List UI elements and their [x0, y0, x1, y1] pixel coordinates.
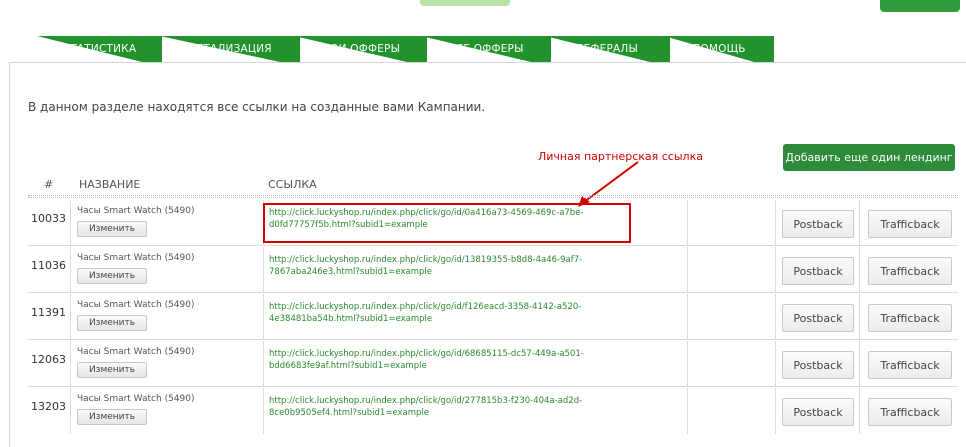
postback-button[interactable]: Postback — [782, 257, 854, 285]
tab-label: ПОМОЩЬ — [692, 43, 746, 55]
top-strip — [0, 0, 966, 14]
tab-label: ДЕТАЛИЗАЦИЯ — [188, 43, 272, 55]
row-trafficback-cell: Trafficback — [860, 247, 958, 292]
trafficback-button[interactable]: Trafficback — [868, 210, 952, 238]
table-row: 12063 Часы Smart Watch (5490) Изменить h… — [28, 341, 958, 387]
add-landing-button[interactable]: Добавить еще один лендинг — [783, 144, 955, 171]
postback-button[interactable]: Postback — [782, 398, 854, 426]
postback-button[interactable]: Postback — [782, 351, 854, 379]
top-center-tab-fragment — [420, 0, 510, 6]
row-trafficback-cell: Trafficback — [860, 341, 958, 386]
row-link-line-1[interactable]: http://click.luckyshop.ru/index.php/clic… — [269, 348, 687, 360]
postback-button[interactable]: Postback — [782, 304, 854, 332]
row-postback-cell: Postback — [776, 341, 860, 386]
row-link-line-1[interactable]: http://click.luckyshop.ru/index.php/clic… — [269, 301, 687, 313]
row-name: Часы Smart Watch (5490) — [77, 347, 195, 357]
tab-label: ВСЕ ОФФЕРЫ — [448, 43, 524, 55]
row-name-cell: Часы Smart Watch (5490) Изменить — [71, 294, 264, 339]
trafficback-button[interactable]: Trafficback — [868, 257, 952, 285]
tab-referrals[interactable]: РЕФЕРАЛЫ — [545, 36, 670, 62]
row-postback-cell: Postback — [776, 247, 860, 292]
trafficback-button[interactable]: Trafficback — [868, 304, 952, 332]
edit-button[interactable]: Изменить — [77, 409, 147, 425]
row-name-cell: Часы Smart Watch (5490) Изменить — [71, 200, 264, 245]
edit-button[interactable]: Изменить — [77, 268, 147, 284]
edit-button[interactable]: Изменить — [77, 315, 147, 331]
annotation-highlight-box — [263, 203, 631, 243]
row-trafficback-cell: Trafficback — [860, 294, 958, 339]
row-postback-cell: Postback — [776, 200, 860, 245]
tab-all-offers[interactable]: ВСЕ ОФФЕРЫ — [421, 36, 551, 62]
row-name-cell: Часы Smart Watch (5490) Изменить — [71, 341, 264, 386]
row-empty-cell — [688, 294, 776, 339]
edit-button[interactable]: Изменить — [77, 221, 147, 237]
tab-details[interactable]: ДЕТАЛИЗАЦИЯ — [160, 36, 300, 62]
tab-label: СТАТИСТИКА — [62, 43, 137, 55]
tab-label: МОИ ОФФЕРЫ — [320, 43, 401, 55]
intro-text: В данном разделе находятся все ссылки на… — [28, 100, 486, 114]
top-right-button-fragment[interactable] — [880, 0, 960, 12]
postback-button[interactable]: Postback — [782, 210, 854, 238]
row-name-cell: Часы Smart Watch (5490) Изменить — [71, 388, 264, 434]
row-name: Часы Smart Watch (5490) — [77, 253, 195, 263]
row-id: 10033 — [28, 200, 71, 245]
header-divider — [28, 195, 958, 198]
row-empty-cell — [688, 388, 776, 434]
tab-help[interactable]: ПОМОЩЬ — [664, 36, 774, 62]
trafficback-button[interactable]: Trafficback — [868, 398, 952, 426]
row-empty-cell — [688, 247, 776, 292]
row-empty-cell — [688, 341, 776, 386]
header-link: ССЫЛКА — [268, 178, 317, 191]
row-link-cell[interactable]: http://click.luckyshop.ru/index.php/clic… — [264, 341, 688, 386]
tab-my-offers[interactable]: МОИ ОФФЕРЫ — [294, 36, 427, 62]
row-postback-cell: Postback — [776, 388, 860, 434]
row-link-cell[interactable]: http://click.luckyshop.ru/index.php/clic… — [264, 247, 688, 292]
row-name: Часы Smart Watch (5490) — [77, 300, 195, 310]
row-id: 11391 — [28, 294, 71, 339]
row-name: Часы Smart Watch (5490) — [77, 206, 195, 216]
row-id: 13203 — [28, 388, 71, 434]
row-link-line-1[interactable]: http://click.luckyshop.ru/index.php/clic… — [269, 395, 687, 407]
row-link-line-2[interactable]: 8ce0b9505ef4.html?subid1=example — [269, 407, 687, 419]
row-link-line-1[interactable]: http://click.luckyshop.ru/index.php/clic… — [269, 254, 687, 266]
table-row: 13203 Часы Smart Watch (5490) Изменить h… — [28, 388, 958, 434]
row-empty-cell — [688, 200, 776, 245]
table-row: 11391 Часы Smart Watch (5490) Изменить h… — [28, 294, 958, 340]
row-trafficback-cell: Trafficback — [860, 388, 958, 434]
row-link-line-2[interactable]: 7867aba246e3.html?subid1=example — [269, 266, 687, 278]
row-postback-cell: Postback — [776, 294, 860, 339]
table-row: 11036 Часы Smart Watch (5490) Изменить h… — [28, 247, 958, 293]
header-name: НАЗВАНИЕ — [79, 178, 141, 191]
trafficback-button[interactable]: Trafficback — [868, 351, 952, 379]
tab-statistics[interactable]: СТАТИСТИКА — [37, 36, 162, 62]
tab-label: РЕФЕРАЛЫ — [577, 43, 638, 55]
edit-button[interactable]: Изменить — [77, 362, 147, 378]
row-link-cell[interactable]: http://click.luckyshop.ru/index.php/clic… — [264, 294, 688, 339]
row-name: Часы Smart Watch (5490) — [77, 394, 195, 404]
row-name-cell: Часы Smart Watch (5490) Изменить — [71, 247, 264, 292]
row-id: 11036 — [28, 247, 71, 292]
header-hash: # — [44, 178, 54, 191]
row-trafficback-cell: Trafficback — [860, 200, 958, 245]
row-link-line-2[interactable]: 4e38481ba54b.html?subid1=example — [269, 313, 687, 325]
row-link-line-2[interactable]: bdd6683fe9af.html?subid1=example — [269, 360, 687, 372]
row-link-cell[interactable]: http://click.luckyshop.ru/index.php/clic… — [264, 388, 688, 434]
row-id: 12063 — [28, 341, 71, 386]
